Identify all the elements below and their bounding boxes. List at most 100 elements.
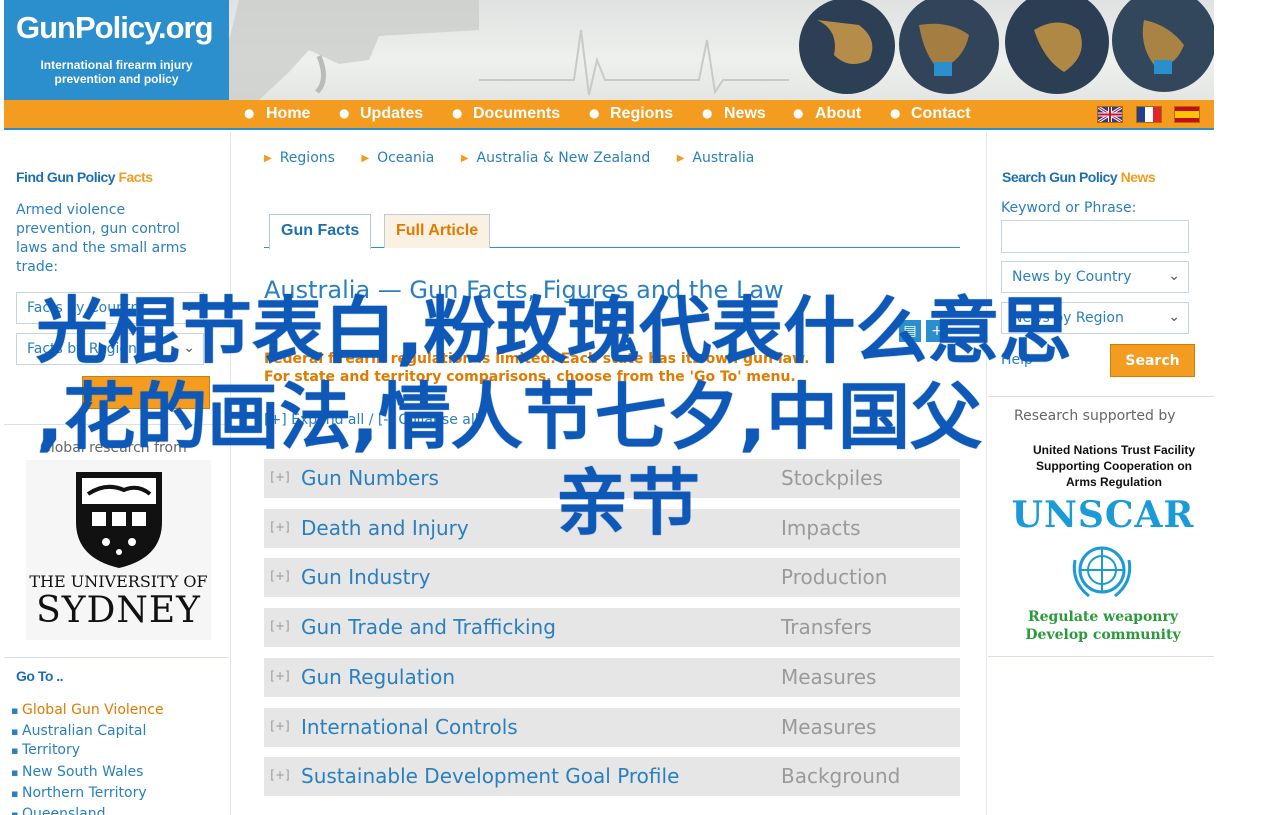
news-by-country-select[interactable]: News by Country ⌄	[1001, 261, 1189, 293]
goto-item-new-south-wales[interactable]: New South Wales	[11, 763, 143, 782]
section-row-gun-regulation[interactable]: [+] Gun Regulation Measures	[264, 658, 960, 697]
site-header: GunPolicy.org International firearm inju…	[4, 0, 1214, 100]
goto-item-australian-capital-territory[interactable]: Australian Capital	[11, 722, 146, 741]
chevron-down-icon: ⌄	[1168, 309, 1180, 325]
france-flag-icon[interactable]	[1136, 106, 1162, 123]
search-news-title: Search Gun Policy News	[1002, 169, 1156, 185]
section-row-gun-trade-and-trafficking[interactable]: [+] Gun Trade and Trafficking Transfers	[264, 608, 960, 647]
section-category: Measures	[781, 715, 877, 739]
nav-about[interactable]: About	[815, 105, 861, 123]
tab-full-article[interactable]: Full Article	[384, 214, 491, 248]
goto-title: Go To ..	[16, 668, 64, 684]
expand-icon[interactable]: [+]	[269, 767, 291, 784]
help-link[interactable]: Help	[1001, 351, 1033, 370]
nav-contact[interactable]: Contact	[911, 105, 971, 123]
goto-item-territory-continued[interactable]: Territory	[11, 741, 80, 760]
intro-line: prevention, gun control	[16, 221, 181, 237]
expand-collapse-all-link[interactable]: [+] Expand all / [-] Collapse all	[264, 412, 479, 428]
section-row-gun-numbers[interactable]: [+] Gun Numbers Stockpiles	[264, 459, 960, 498]
research-supported-by-label: Research supported by	[1014, 408, 1176, 424]
breadcrumb-label: Oceania	[377, 150, 435, 166]
unscar-line: Arms Regulation	[1065, 475, 1162, 489]
goto-item-northern-territory[interactable]: Northern Territory	[11, 784, 147, 803]
nav-documents[interactable]: Documents	[473, 105, 560, 123]
header-banner-image	[229, 0, 1214, 100]
breadcrumb-item-oceania[interactable]: ▶ Oceania	[361, 150, 434, 166]
page-tools: ▤ +	[894, 320, 948, 342]
expand-icon[interactable]: [+]	[269, 568, 291, 585]
nav-bullet: ●	[793, 106, 804, 120]
keyword-search-input[interactable]	[1001, 220, 1189, 253]
global-research-label: Global research from	[40, 440, 187, 456]
nav-news[interactable]: News	[724, 105, 766, 123]
news-by-country-label: News by Country	[1012, 269, 1132, 285]
facts-by-region-select[interactable]: Facts by Region ⌄	[16, 333, 204, 365]
section-row-gun-industry[interactable]: [+] Gun Industry Production	[264, 558, 960, 597]
intro-line: laws and the small arms	[16, 240, 187, 256]
goto-item-global-gun-violence[interactable]: Global Gun Violence	[11, 701, 164, 720]
expand-icon[interactable]: [+]	[269, 519, 291, 536]
nav-bullet: ●	[589, 106, 600, 120]
section-category: Measures	[781, 665, 877, 689]
spain-flag-icon[interactable]	[1174, 106, 1200, 123]
nav-bullet: ●	[339, 106, 350, 120]
unscar-tagline: Regulate weaponry Develop community	[1008, 608, 1198, 644]
triangle-right-icon: ▶	[676, 153, 685, 164]
triangle-right-icon: ▶	[264, 153, 272, 164]
section-label: Death and Injury	[301, 516, 469, 540]
tab-gun-facts[interactable]: Gun Facts	[269, 214, 372, 249]
intro-line: trade:	[16, 259, 59, 275]
breadcrumb-item-australia[interactable]: ▶ Australia	[677, 150, 755, 166]
section-category: Transfers	[781, 615, 872, 639]
university-name-line1: THE UNIVERSITY OF	[29, 572, 208, 591]
keyword-label: Keyword or Phrase:	[1001, 200, 1137, 216]
section-label: Gun Trade and Trafficking	[301, 615, 556, 639]
find-facts-title-accent: Facts	[118, 169, 153, 185]
nav-bullet: ●	[702, 106, 713, 120]
goto-item-queensland[interactable]: Queensland	[11, 805, 105, 815]
expand-icon[interactable]: [+]	[269, 469, 291, 486]
section-label: Gun Numbers	[301, 466, 439, 490]
section-row-death-and-injury[interactable]: [+] Death and Injury Impacts	[264, 509, 960, 548]
nav-bullet: ●	[452, 106, 463, 120]
chevron-down-icon: ⌄	[183, 299, 195, 315]
main-navigation: ● Home ● Updates ● Documents ● Regions ●…	[4, 100, 1214, 130]
section-category: Background	[781, 764, 901, 788]
breadcrumb-item-australia-new-zealand[interactable]: ▶ Australia & New Zealand	[461, 150, 650, 166]
breadcrumb: ▶ Regions ▶ Oceania ▶ Australia & New Zeala…	[264, 150, 776, 166]
breadcrumb-item-regions[interactable]: ▶ Regions	[264, 150, 335, 166]
site-logo[interactable]: GunPolicy.org International firearm inju…	[4, 0, 229, 100]
nav-updates[interactable]: Updates	[360, 105, 423, 123]
facts-by-country-select[interactable]: Facts by Country ⌄	[16, 292, 204, 324]
print-icon[interactable]: ▤	[899, 320, 921, 342]
nav-home[interactable]: Home	[266, 105, 310, 123]
section-label: Gun Regulation	[301, 665, 456, 689]
share-icon[interactable]: +	[926, 320, 948, 342]
facts-by-country-label: Facts by Country	[27, 300, 145, 316]
section-category: Stockpiles	[781, 466, 883, 490]
article-tabs: Gun Facts Full Article	[264, 214, 960, 249]
find-facts-title: Find Gun Policy Facts	[16, 169, 153, 185]
search-news-title-accent: News	[1120, 169, 1156, 185]
nav-regions[interactable]: Regions	[610, 105, 673, 123]
section-row-sustainable-development-goal-profile[interactable]: [+] Sustainable Development Goal Profile…	[264, 757, 960, 796]
university-of-sydney-logo[interactable]: THE UNIVERSITY OF SYDNEY	[26, 460, 211, 640]
find-facts-title-main: Find Gun Policy	[16, 169, 119, 185]
triangle-right-icon: ▶	[361, 153, 370, 164]
unscar-tagline-line: Regulate weaponry	[1028, 609, 1178, 625]
chevron-down-icon: ⌄	[1168, 268, 1180, 284]
unscar-logo[interactable]: UNSCAR	[1008, 494, 1198, 536]
facts-go-button[interactable]	[82, 376, 210, 409]
uk-flag-icon[interactable]	[1097, 105, 1123, 124]
expand-icon[interactable]: [+]	[269, 718, 291, 735]
expand-icon[interactable]: [+]	[269, 668, 291, 685]
section-row-international-controls[interactable]: [+] International Controls Measures	[264, 708, 960, 747]
expand-icon[interactable]: [+]	[269, 618, 291, 635]
unscar-line: United Nations Trust Facility	[1032, 443, 1196, 457]
main-content: ▶ Regions ▶ Oceania ▶ Australia & New Zeala…	[230, 132, 987, 815]
federal-notice-line2: For state and territory comparisons, cho…	[264, 369, 796, 385]
news-by-region-label: News by Region	[1012, 310, 1124, 326]
news-by-region-select[interactable]: News by Region ⌄	[1001, 302, 1189, 334]
nav-bullet: ●	[890, 106, 901, 120]
news-search-button[interactable]: Search	[1110, 344, 1195, 377]
